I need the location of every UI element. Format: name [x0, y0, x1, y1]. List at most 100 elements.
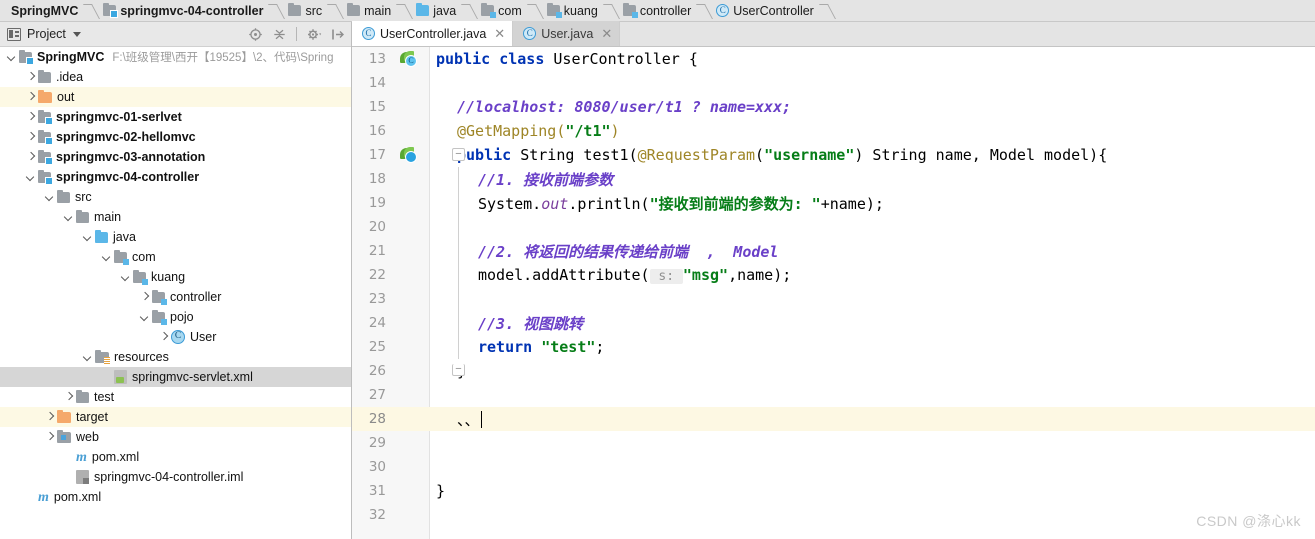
code-line[interactable]: 24 //3. 视图跳转 [352, 311, 1315, 335]
editor-tab-usercontroller-java[interactable]: C UserController.java ✕ [352, 21, 514, 46]
tree-item-springmvc[interactable]: SpringMVC F:\班级管理\西开【19525】\2、代码\Spring [0, 47, 351, 67]
breadcrumb-item-label: UserController [733, 3, 814, 18]
breadcrumb-item-src[interactable]: src [281, 0, 331, 22]
tree-item-test[interactable]: test [0, 387, 351, 407]
breadcrumb-item-main[interactable]: main [340, 0, 400, 22]
chevron-down-icon[interactable] [82, 232, 93, 243]
chevron-down-icon[interactable] [120, 272, 131, 283]
code-fold-toggle[interactable]: − [452, 364, 465, 376]
chevron-down-icon[interactable] [82, 352, 93, 363]
chevron-down-icon[interactable] [44, 192, 55, 203]
project-window-icon [7, 27, 21, 41]
locate-target-icon[interactable] [248, 27, 263, 42]
breadcrumb-item-usercontroller[interactable]: C UserController [709, 0, 823, 22]
code-line[interactable]: 22 model.addAttribute( s: "msg",name); [352, 263, 1315, 287]
module-folder-icon [38, 169, 53, 185]
chevron-right-icon[interactable] [25, 132, 36, 143]
chevron-right-icon[interactable] [25, 112, 36, 123]
code-line[interactable]: 13 Cpublic class UserController { [352, 47, 1315, 71]
chevron-right-icon[interactable] [25, 152, 36, 163]
breadcrumb-item-com[interactable]: com [474, 0, 531, 22]
tree-item-label: com [132, 250, 156, 264]
spring-bean-class-icon[interactable]: C [392, 47, 430, 71]
code-line[interactable]: 25 return "test"; [352, 335, 1315, 359]
chevron-right-icon[interactable] [44, 412, 55, 423]
chevron-down-icon[interactable] [63, 212, 74, 223]
code-line-text: } [430, 482, 1315, 500]
code-line[interactable]: 18 //1. 接收前端参数 [352, 167, 1315, 191]
chevron-down-icon[interactable] [101, 252, 112, 263]
breadcrumb-item-springmvc[interactable]: SpringMVC [0, 0, 87, 22]
breadcrumb-item-java[interactable]: java [409, 0, 465, 22]
code-line[interactable]: 19 System.out.println("接收到前端的参数为: "+name)… [352, 191, 1315, 215]
tree-item-pojo[interactable]: pojo [0, 307, 351, 327]
tree-item-.idea[interactable]: .idea [0, 67, 351, 87]
chevron-down-icon[interactable] [25, 172, 36, 183]
code-line[interactable]: 27 [352, 383, 1315, 407]
code-editor[interactable]: 13 Cpublic class UserController {14 15 //lo… [352, 47, 1315, 539]
code-fold-toggle[interactable]: − [452, 148, 465, 161]
tree-item-target[interactable]: target [0, 407, 351, 427]
hide-panel-icon[interactable] [330, 27, 345, 42]
code-line[interactable]: 26 −} [352, 359, 1315, 383]
tree-item-springmvc-servlet.xml[interactable]: springmvc-servlet.xml [0, 367, 351, 387]
tree-item-springmvc-03-annotation[interactable]: springmvc-03-annotation [0, 147, 351, 167]
tree-item-main[interactable]: main [0, 207, 351, 227]
code-line[interactable]: 14 [352, 71, 1315, 95]
close-icon[interactable]: ✕ [601, 26, 612, 42]
chevron-right-icon[interactable] [44, 432, 55, 443]
tree-item-src[interactable]: src [0, 187, 351, 207]
chevron-right-icon[interactable] [25, 92, 36, 103]
chevron-down-icon[interactable] [6, 52, 17, 63]
tree-item-user[interactable]: C User [0, 327, 351, 347]
code-line[interactable]: 32 [352, 503, 1315, 527]
code-line[interactable]: 20 [352, 215, 1315, 239]
tree-item-pom.xml[interactable]: m pom.xml [0, 487, 351, 507]
tree-item-springmvc-02-hellomvc[interactable]: springmvc-02-hellomvc [0, 127, 351, 147]
breadcrumb-item-springmvc-04-controller[interactable]: springmvc-04-controller [96, 0, 272, 22]
tree-item-label: springmvc-04-controller [56, 170, 200, 184]
code-line-text: model.addAttribute( s: "msg",name); [430, 266, 1315, 284]
spring-bean-gutter-icon[interactable]: C [400, 51, 417, 67]
code-line[interactable]: 23 [352, 287, 1315, 311]
tree-item-label: test [94, 390, 115, 404]
iml-icon [76, 470, 89, 484]
code-lines[interactable]: 13 Cpublic class UserController {14 15 //lo… [352, 47, 1315, 539]
settings-gear-icon[interactable] [306, 27, 322, 42]
chevron-right-icon[interactable] [25, 72, 36, 83]
chevron-down-icon[interactable] [72, 31, 81, 37]
code-line[interactable]: 28 、、 [352, 407, 1315, 431]
tree-item-label: main [94, 210, 122, 224]
project-tree[interactable]: SpringMVC F:\班级管理\西开【19525】\2、代码\Spring .i… [0, 47, 351, 539]
chevron-right-icon[interactable] [63, 392, 74, 403]
code-line[interactable]: 17 − public String test1(@RequestParam("us… [352, 143, 1315, 167]
tree-item-java[interactable]: java [0, 227, 351, 247]
tree-item-springmvc-01-serlvet[interactable]: springmvc-01-serlvet [0, 107, 351, 127]
code-line[interactable]: 15 //localhost: 8080/user/t1 ? name=xxx; [352, 95, 1315, 119]
breadcrumb-item-controller[interactable]: controller [616, 0, 700, 22]
breadcrumb-item-kuang[interactable]: kuang [540, 0, 607, 22]
spring-bean-gutter-icon[interactable] [400, 147, 417, 163]
tree-item-web[interactable]: web [0, 427, 351, 447]
tree-item-com[interactable]: com [0, 247, 351, 267]
chevron-down-icon[interactable] [139, 312, 150, 323]
tree-item-kuang[interactable]: kuang [0, 267, 351, 287]
code-line[interactable]: 30 [352, 455, 1315, 479]
spring-bean-icon[interactable]: − [392, 143, 465, 167]
tree-item-controller[interactable]: controller [0, 287, 351, 307]
breadcrumb-separator [823, 0, 832, 22]
code-line[interactable]: 16 @GetMapping("/t1") [352, 119, 1315, 143]
editor-tab-user-java[interactable]: C User.java ✕ [513, 21, 621, 46]
code-line[interactable]: 29 [352, 431, 1315, 455]
code-line[interactable]: 31} [352, 479, 1315, 503]
chevron-right-icon[interactable] [139, 292, 150, 303]
tree-item-springmvc-04-controller[interactable]: springmvc-04-controller [0, 167, 351, 187]
code-line[interactable]: 21 //2. 将返回的结果传递给前端 , Model [352, 239, 1315, 263]
tree-item-out[interactable]: out [0, 87, 351, 107]
tree-item-pom.xml[interactable]: m pom.xml [0, 447, 351, 467]
tree-item-resources[interactable]: resources [0, 347, 351, 367]
collapse-all-icon[interactable] [272, 27, 287, 42]
tree-item-springmvc-04-controller.iml[interactable]: springmvc-04-controller.iml [0, 467, 351, 487]
chevron-right-icon[interactable] [158, 332, 169, 343]
close-icon[interactable]: ✕ [494, 26, 505, 42]
